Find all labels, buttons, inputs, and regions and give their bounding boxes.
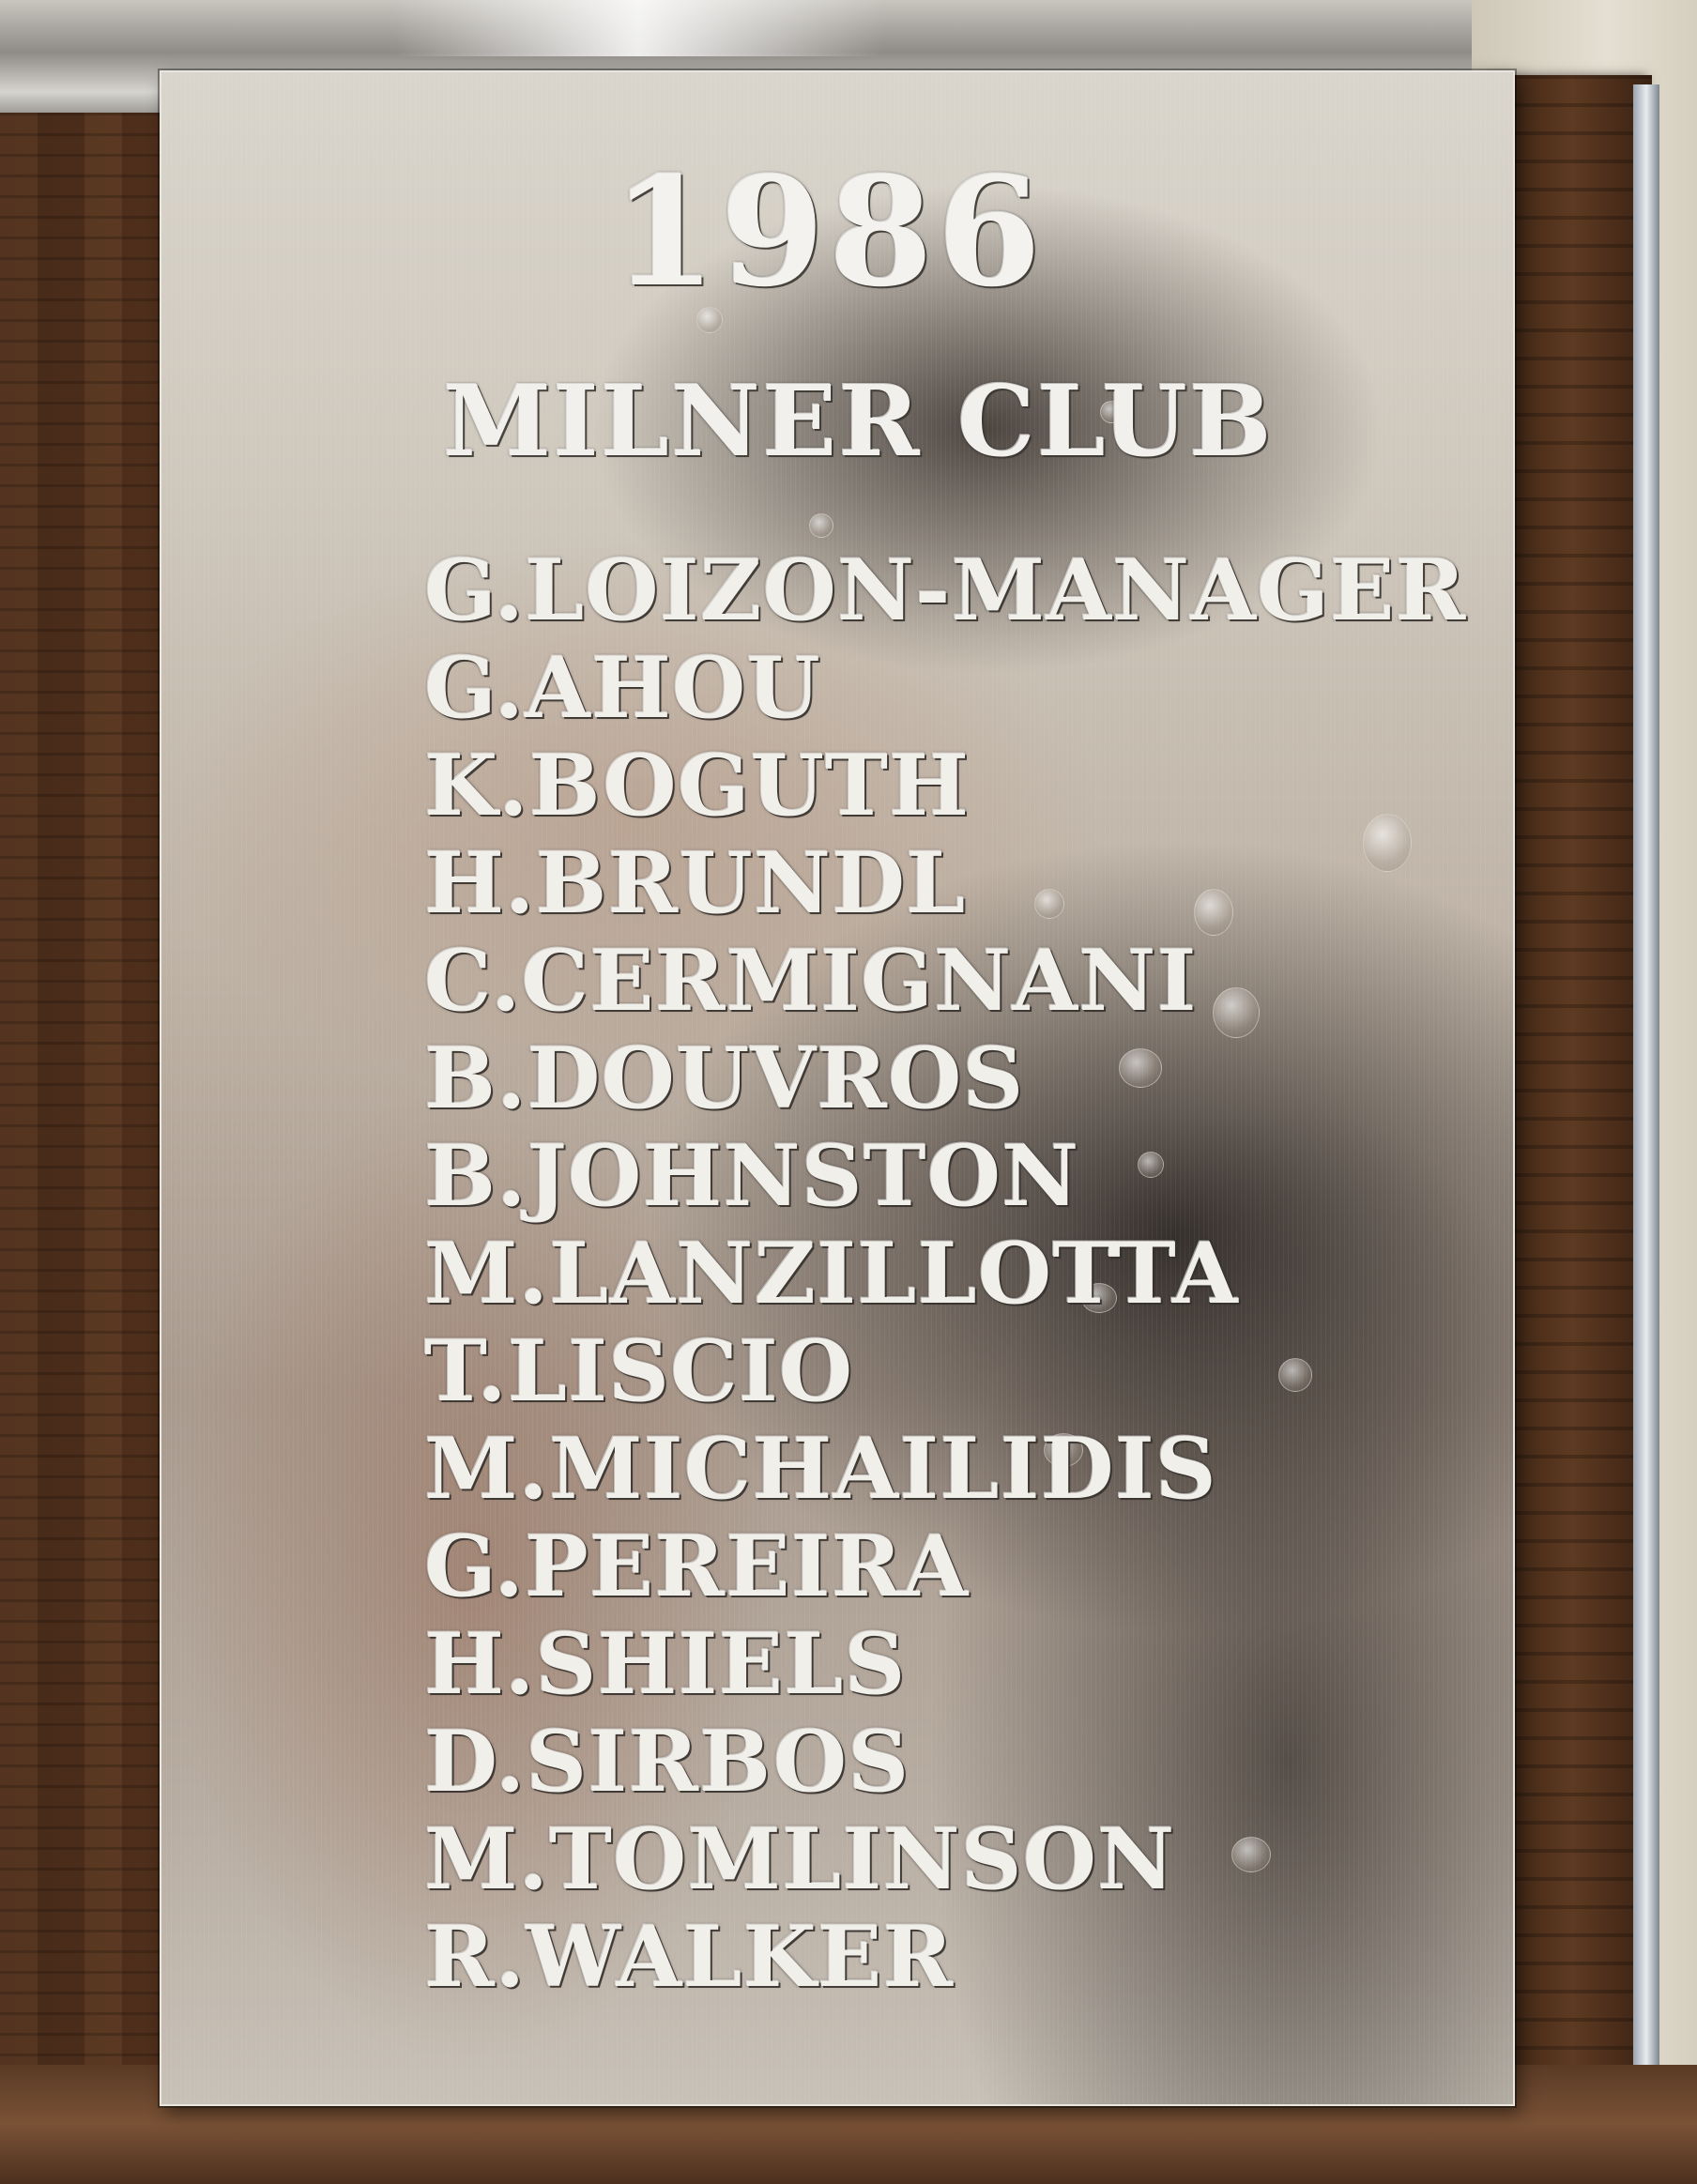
roster-name: B.DOUVROS <box>424 1029 1025 1128</box>
roster-name: H.SHIELS <box>424 1614 907 1714</box>
roster-name: G.LOIZON-MANAGER <box>424 541 1467 640</box>
roster-name: G.AHOU <box>424 638 821 738</box>
roster-name: T.LISCIO <box>424 1321 854 1421</box>
metal-edge-strip <box>1633 84 1659 2102</box>
plaque-year: 1986 <box>612 144 1046 320</box>
cup-highlight <box>394 0 882 56</box>
engraved-plaque: 1986 MILNER CLUB G.LOIZON-MANAGER G.AHOU… <box>160 70 1515 2106</box>
roster-name: M.LANZILLOTTA <box>424 1224 1239 1323</box>
club-name: MILNER CLUB <box>443 363 1274 479</box>
roster-name: K.BOGUTH <box>424 736 971 835</box>
photo-scene: 1986 MILNER CLUB G.LOIZON-MANAGER G.AHOU… <box>0 0 1697 2184</box>
roster-name: C.CERMIGNANI <box>424 931 1198 1031</box>
roster-name: G.PEREIRA <box>424 1517 970 1616</box>
roster-name: M.TOMLINSON <box>424 1810 1176 1909</box>
roster-name: H.BRUNDL <box>424 833 967 933</box>
roster-list: G.LOIZON-MANAGER G.AHOU K.BOGUTH H.BRUND… <box>424 542 1466 2006</box>
engraving: 1986 MILNER CLUB G.LOIZON-MANAGER G.AHOU… <box>161 72 1513 2104</box>
roster-name: D.SIRBOS <box>424 1712 910 1811</box>
roster-name: B.JOHNSTON <box>424 1126 1080 1226</box>
roster-name: M.MICHAILIDIS <box>424 1419 1217 1519</box>
roster-name: R.WALKER <box>424 1907 955 2007</box>
wooden-side-panel <box>1492 75 1652 2121</box>
